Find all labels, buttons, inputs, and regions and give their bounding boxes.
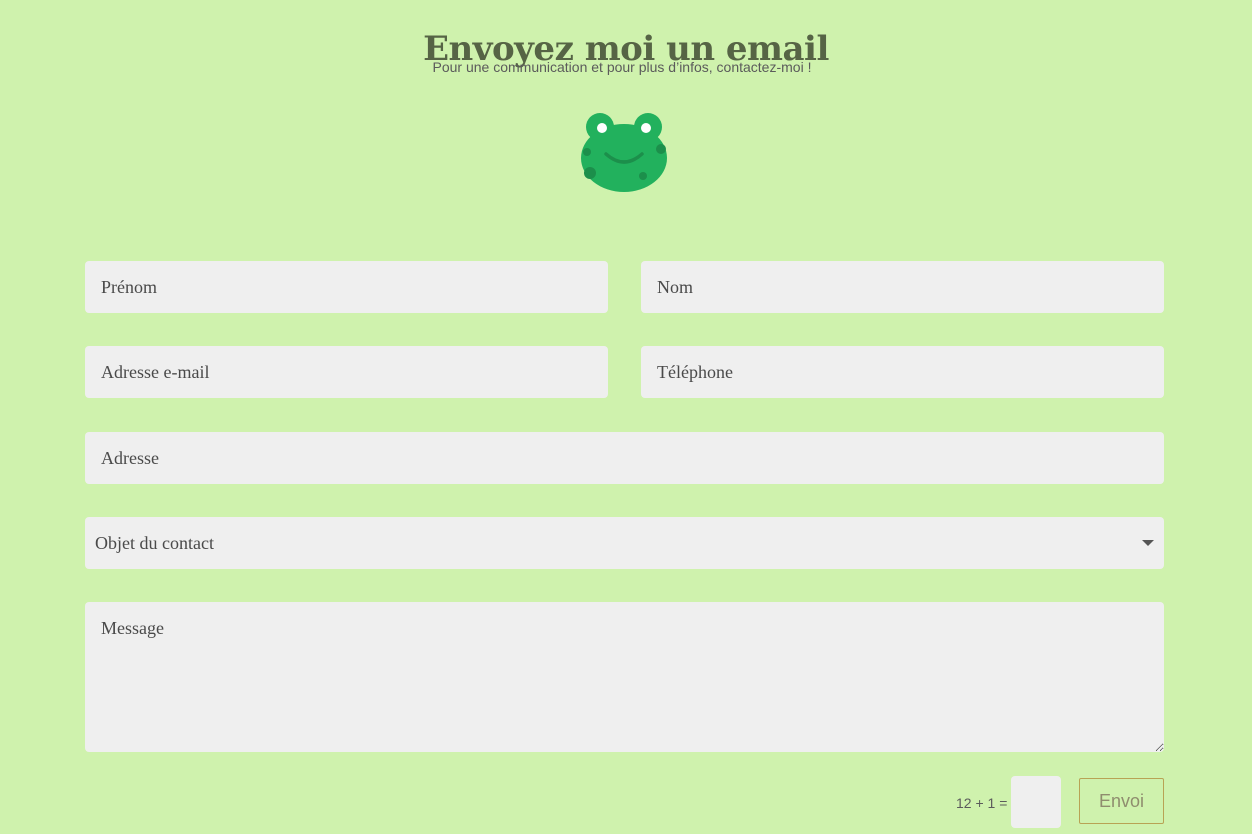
email-field[interactable] (85, 346, 608, 398)
address-field[interactable] (85, 432, 1164, 484)
message-field[interactable] (85, 602, 1164, 752)
contact-subject-value: Objet du contact (95, 533, 214, 553)
phone-field[interactable] (641, 346, 1164, 398)
frog-face-icon (581, 113, 667, 192)
first-name-field[interactable] (85, 261, 608, 313)
captcha-input[interactable] (1011, 776, 1061, 828)
captcha-label: 12 + 1 = (956, 795, 1008, 811)
submit-button[interactable]: Envoi (1079, 778, 1164, 824)
contact-subject-select[interactable]: Objet du contact (85, 517, 1164, 569)
last-name-field[interactable] (641, 261, 1164, 313)
page-subtitle: Pour une communication et pour plus d’in… (432, 59, 812, 75)
chevron-down-icon (1142, 540, 1154, 546)
